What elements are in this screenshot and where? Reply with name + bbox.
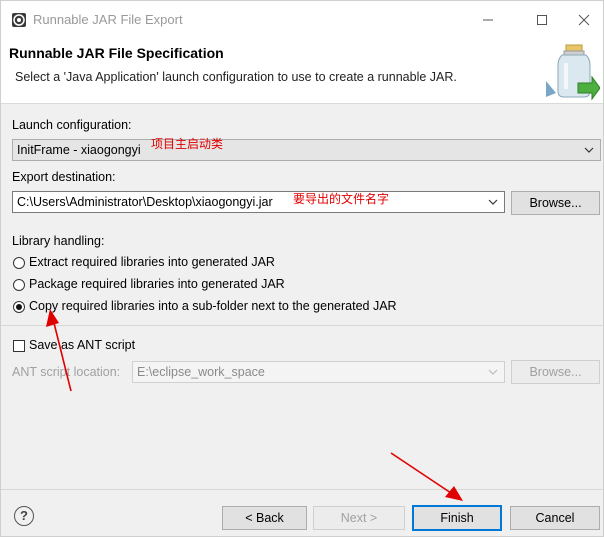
dialog-header: Runnable JAR File Specification Select a… bbox=[1, 39, 603, 104]
launch-config-label: Launch configuration: bbox=[12, 118, 132, 132]
chevron-down-icon bbox=[486, 362, 500, 382]
ant-location-combo[interactable]: E:\eclipse_work_space bbox=[132, 361, 505, 383]
library-option-copy-label[interactable]: Copy required libraries into a sub-folde… bbox=[29, 299, 397, 313]
export-annotation: 要导出的文件名字 bbox=[293, 192, 390, 206]
jar-icon bbox=[546, 44, 600, 101]
minimize-button[interactable] bbox=[465, 1, 511, 39]
save-ant-label[interactable]: Save as ANT script bbox=[29, 338, 135, 352]
chevron-down-icon bbox=[582, 140, 596, 160]
radio-selected-dot bbox=[16, 304, 22, 310]
close-icon bbox=[578, 14, 589, 26]
library-option-extract-label[interactable]: Extract required libraries into generate… bbox=[29, 255, 275, 269]
chevron-down-icon bbox=[486, 192, 500, 212]
header-description: Select a 'Java Application' launch confi… bbox=[15, 70, 457, 84]
export-destination-value: C:\Users\Administrator\Desktop\xiaogongy… bbox=[17, 195, 273, 209]
title-bar: Runnable JAR File Export bbox=[1, 1, 603, 39]
close-button[interactable] bbox=[564, 1, 603, 39]
red-arrow bbox=[390, 452, 463, 501]
maximize-button[interactable] bbox=[519, 1, 565, 39]
footer-divider bbox=[1, 489, 603, 490]
cancel-button[interactable]: Cancel bbox=[510, 506, 600, 530]
launch-annotation: 项目主启动类 bbox=[151, 137, 224, 151]
library-handling-label: Library handling: bbox=[12, 234, 105, 248]
window-title: Runnable JAR File Export bbox=[33, 12, 183, 27]
next-button[interactable]: Next > bbox=[313, 506, 405, 530]
ant-location-label: ANT script location: bbox=[12, 365, 121, 379]
library-option-package-radio[interactable] bbox=[13, 279, 25, 291]
help-icon[interactable]: ? bbox=[14, 506, 34, 526]
eclipse-app-icon bbox=[12, 13, 26, 27]
export-destination-label: Export destination: bbox=[12, 170, 116, 184]
export-browse-button[interactable]: Browse... bbox=[511, 191, 600, 215]
library-option-extract-radio[interactable] bbox=[13, 257, 25, 269]
launch-config-value: InitFrame - xiaogongyi bbox=[17, 143, 141, 157]
launch-config-combo[interactable]: InitFrame - xiaogongyi bbox=[12, 139, 601, 161]
export-dialog: Runnable JAR File Export Runnable JAR Fi… bbox=[0, 0, 604, 537]
finish-button[interactable]: Finish bbox=[412, 505, 502, 531]
section-divider bbox=[1, 325, 603, 326]
ant-browse-button[interactable]: Browse... bbox=[511, 360, 600, 384]
maximize-icon bbox=[537, 15, 547, 25]
header-title: Runnable JAR File Specification bbox=[9, 45, 224, 61]
save-ant-checkbox[interactable] bbox=[13, 340, 25, 352]
export-destination-combo[interactable]: C:\Users\Administrator\Desktop\xiaogongy… bbox=[12, 191, 505, 213]
library-option-copy-radio[interactable] bbox=[13, 301, 25, 313]
back-button[interactable]: < Back bbox=[222, 506, 307, 530]
ant-location-value: E:\eclipse_work_space bbox=[137, 365, 265, 379]
minimize-icon bbox=[483, 19, 493, 21]
library-option-package-label[interactable]: Package required libraries into generate… bbox=[29, 277, 285, 291]
